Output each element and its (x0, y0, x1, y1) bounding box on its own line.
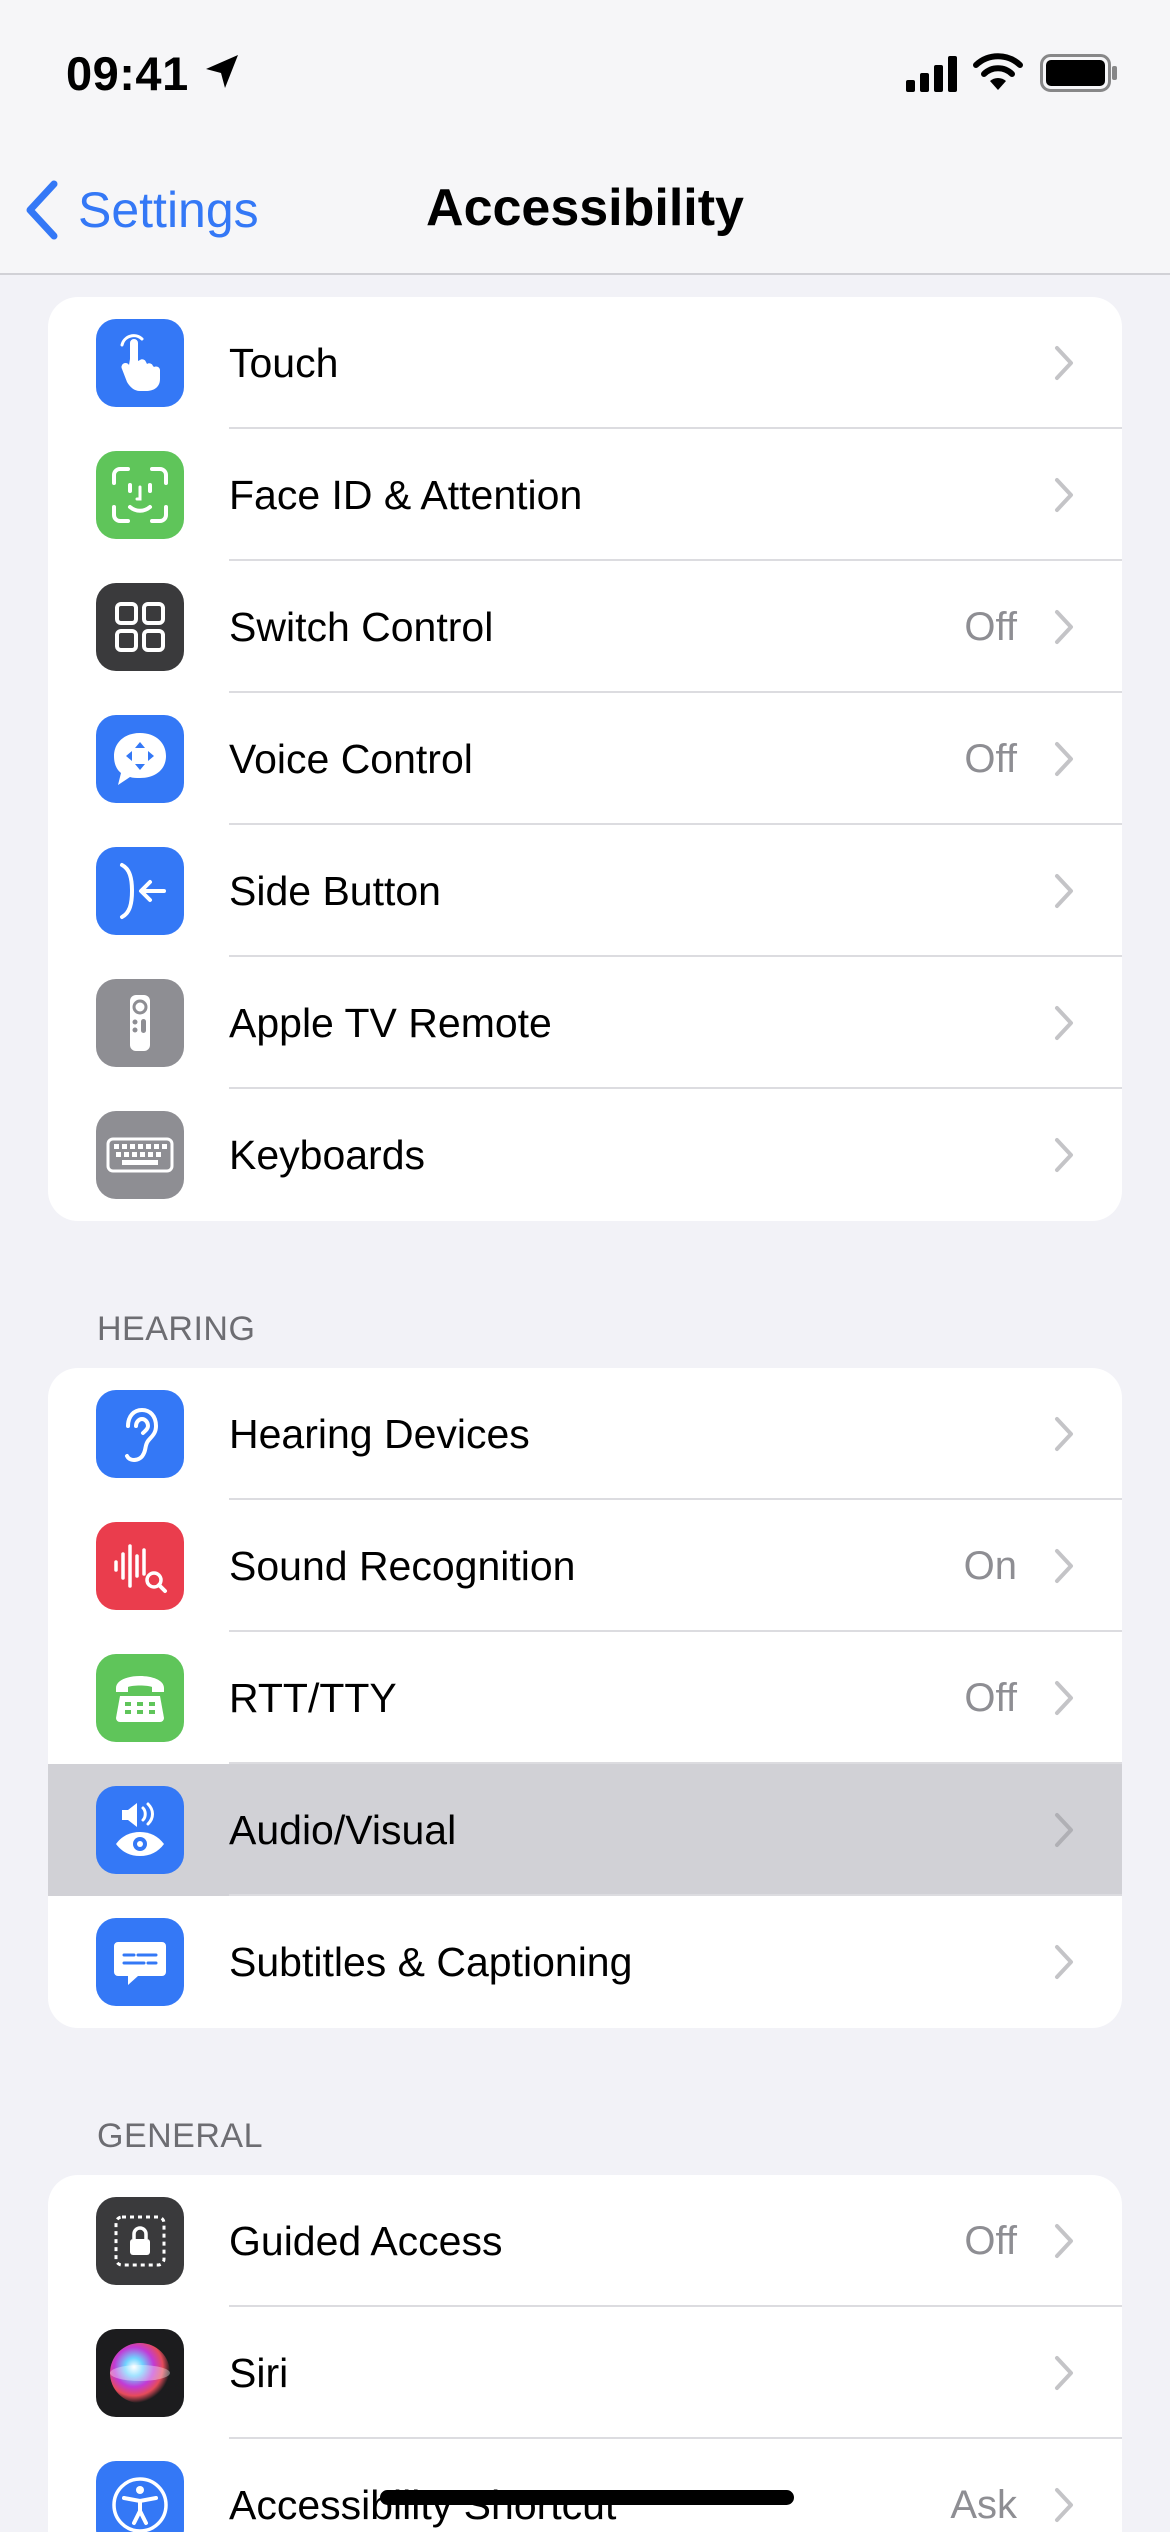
row-label: Hearing Devices (229, 1411, 530, 1457)
chevron-right-icon (1055, 346, 1073, 380)
chevron-right-icon (1055, 2224, 1073, 2258)
row-label: Audio/Visual (229, 1807, 457, 1853)
section-header-hearing: HEARING (97, 1310, 256, 1348)
chevron-right-icon (1055, 1549, 1073, 1583)
audio-visual-icon (96, 1786, 184, 1874)
row-apple-tv-remote[interactable]: Apple TV Remote (48, 957, 1122, 1089)
chevron-right-icon (1055, 2356, 1073, 2390)
grid-squares-icon (96, 583, 184, 671)
row-label: Touch (229, 340, 339, 386)
accessibility-icon (96, 2461, 184, 2532)
row-label: Keyboards (229, 1132, 426, 1178)
row-value: Off (964, 2219, 1017, 2263)
row-side-button[interactable]: Side Button (48, 825, 1122, 957)
row-label: Face ID & Attention (229, 472, 583, 518)
ear-icon (96, 1390, 184, 1478)
chevron-right-icon (1055, 478, 1073, 512)
settings-group-general: Guided Access Off Siri Accessibility Sho… (48, 2175, 1122, 2532)
siri-icon (96, 2329, 184, 2417)
voice-control-icon (96, 715, 184, 803)
sound-recognition-icon (96, 1522, 184, 1610)
status-bar: 09:41 (0, 0, 1170, 150)
chevron-right-icon (1055, 1681, 1073, 1715)
face-id-icon (96, 451, 184, 539)
cellular-signal-icon (906, 56, 957, 92)
chevron-right-icon (1055, 2488, 1073, 2522)
row-label: Sound Recognition (229, 1543, 576, 1589)
wifi-icon (973, 53, 1023, 90)
chevron-right-icon (1055, 874, 1073, 908)
home-indicator (380, 2490, 794, 2505)
hand-pointer-icon (96, 319, 184, 407)
row-value: Off (964, 1676, 1017, 1720)
chevron-right-icon (1055, 1006, 1073, 1040)
battery-icon (1040, 54, 1117, 92)
row-label: RTT/TTY (229, 1675, 397, 1721)
row-value: On (963, 1544, 1017, 1588)
row-value: Ask (950, 2483, 1017, 2527)
row-label: Guided Access (229, 2218, 503, 2264)
row-label: Voice Control (229, 736, 473, 782)
row-subtitles-captioning[interactable]: Subtitles & Captioning (48, 1896, 1122, 2028)
row-audio-visual[interactable]: Audio/Visual (48, 1764, 1122, 1896)
row-hearing-devices[interactable]: Hearing Devices (48, 1368, 1122, 1500)
chevron-right-icon (1055, 1813, 1073, 1847)
row-keyboards[interactable]: Keyboards (48, 1089, 1122, 1221)
guided-access-lock-icon (96, 2197, 184, 2285)
status-time: 09:41 (66, 47, 189, 100)
row-guided-access[interactable]: Guided Access Off (48, 2175, 1122, 2307)
section-header-general: GENERAL (97, 2117, 263, 2155)
chevron-right-icon (1055, 610, 1073, 644)
settings-group-hearing: Hearing Devices Sound Recognition On RTT… (48, 1368, 1122, 2028)
row-face-id[interactable]: Face ID & Attention (48, 429, 1122, 561)
row-label: Subtitles & Captioning (229, 1939, 633, 1985)
row-label: Side Button (229, 868, 441, 914)
row-rtt-tty[interactable]: RTT/TTY Off (48, 1632, 1122, 1764)
row-label: Accessibility Shortcut (229, 2482, 617, 2528)
page-title: Accessibility (426, 179, 744, 237)
chevron-right-icon (1055, 1417, 1073, 1451)
row-switch-control[interactable]: Switch Control Off (48, 561, 1122, 693)
row-label: Switch Control (229, 604, 494, 650)
row-sound-recognition[interactable]: Sound Recognition On (48, 1500, 1122, 1632)
settings-group-main: Touch Face ID & Attention Switch Control… (48, 297, 1122, 1221)
location-arrow-icon (206, 55, 238, 88)
keyboard-icon (96, 1111, 184, 1199)
row-touch[interactable]: Touch (48, 297, 1122, 429)
row-value: Off (964, 605, 1017, 649)
row-siri[interactable]: Siri (48, 2307, 1122, 2439)
row-label: Siri (229, 2350, 289, 2396)
navigation-bar: Settings Accessibility (0, 150, 1170, 275)
chevron-right-icon (1055, 742, 1073, 776)
row-value: Off (964, 737, 1017, 781)
row-voice-control[interactable]: Voice Control Off (48, 693, 1122, 825)
captions-icon (96, 1918, 184, 2006)
chevron-right-icon (1055, 1138, 1073, 1172)
row-accessibility-shortcut[interactable]: Accessibility Shortcut Ask (48, 2439, 1122, 2532)
chevron-right-icon (1055, 1945, 1073, 1979)
tty-phone-icon (96, 1654, 184, 1742)
tv-remote-icon (96, 979, 184, 1067)
row-label: Apple TV Remote (229, 1000, 552, 1046)
side-button-icon (96, 847, 184, 935)
